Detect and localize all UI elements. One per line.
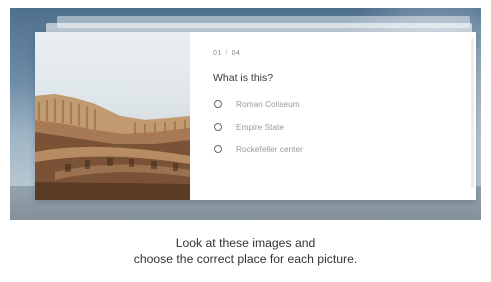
option-label: Roman Coliseum (236, 99, 300, 109)
question-text: What is this? (213, 72, 274, 84)
instructions-caption: Look at these images and choose the corr… (0, 235, 491, 267)
caption-line-2: choose the correct place for each pictur… (133, 252, 358, 266)
option-rockefeller-center[interactable]: Rockefeller center (213, 143, 303, 155)
answer-options: Roman Coliseum Empire State Rockefeller … (213, 98, 303, 166)
option-label: Empire State (236, 121, 284, 132)
quiz-card: 01/04 What is this? Roman Coliseum Empir… (35, 32, 476, 200)
quiz-content: 01/04 What is this? Roman Coliseum Empir… (213, 32, 476, 200)
card-scrollbar[interactable] (471, 38, 474, 188)
option-empire-state[interactable]: Empire State (213, 121, 303, 133)
radio-button-icon[interactable] (214, 145, 222, 153)
progress-separator: / (225, 50, 228, 57)
caption-line-1: Look at these images and (175, 236, 316, 250)
option-roman-coliseum[interactable]: Roman Coliseum (213, 98, 303, 110)
radio-button-icon[interactable] (214, 100, 222, 108)
question-progress: 01/04 (213, 50, 240, 57)
option-label: Rockefeller center (236, 144, 303, 154)
coliseum-photo (35, 32, 190, 200)
progress-total: 04 (231, 50, 241, 57)
radio-button-icon[interactable] (214, 122, 222, 131)
progress-current: 01 (213, 50, 222, 57)
